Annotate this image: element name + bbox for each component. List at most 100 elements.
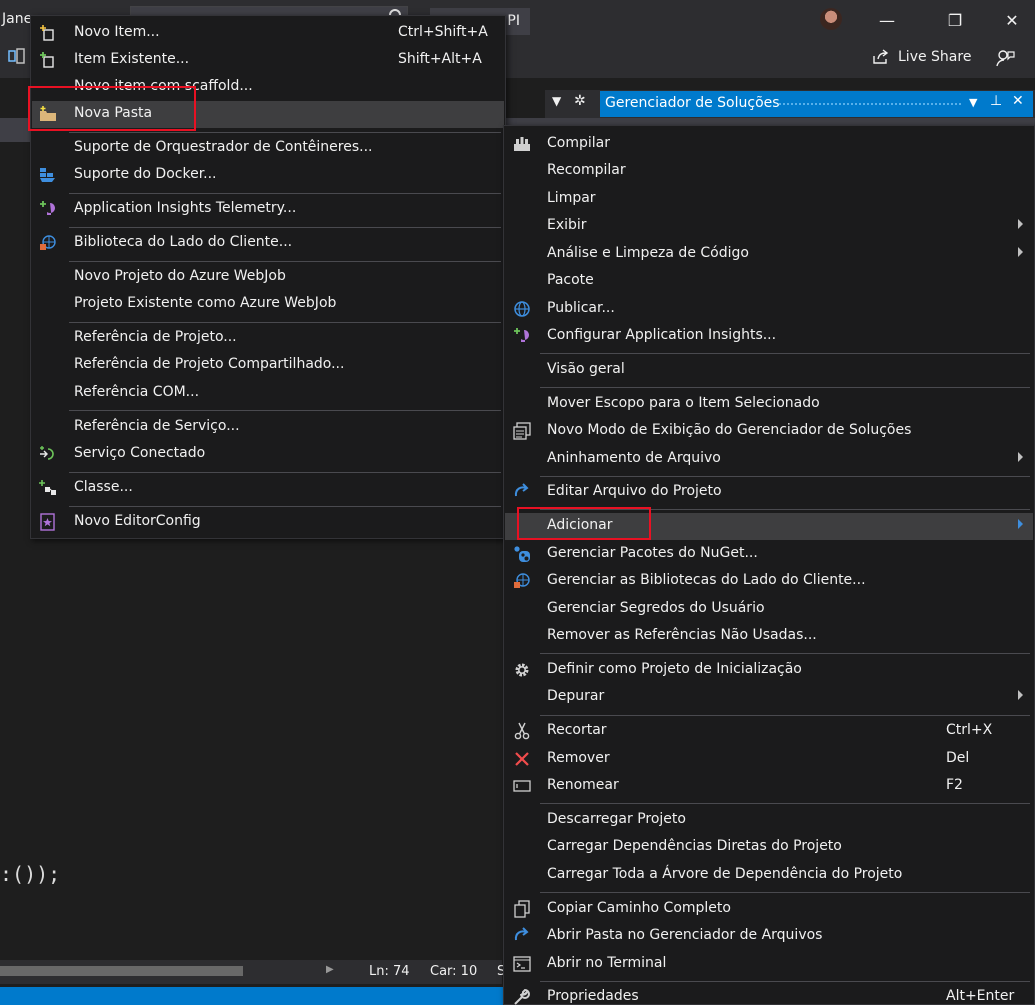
minimize-icon[interactable]: — [872,8,902,34]
menu-item-docker-support[interactable]: Suporte do Docker... [32,162,504,189]
menu-item-client-library[interactable]: Biblioteca do Lado do Cliente... [32,230,504,257]
close-icon[interactable]: ✕ [997,8,1027,34]
menu-item-debug[interactable]: Depurar [505,684,1033,711]
scroll-right-icon[interactable]: ▶ [326,964,334,975]
menu-item-unload-project[interactable]: Descarregar Projeto [505,807,1033,834]
status-bar [0,987,505,1005]
avatar[interactable] [820,8,842,30]
menu-item-file-nesting[interactable]: Aninhamento de Arquivo [505,446,1033,473]
menu-item-package[interactable]: Pacote [505,268,1033,295]
new-view-icon [513,422,531,440]
window-position-icon[interactable]: ▼ [969,96,977,109]
menu-item-copy-full-path[interactable]: Copiar Caminho Completo [505,896,1033,923]
pin-icon[interactable]: ⊥ [990,93,1002,109]
submenu-arrow-icon [1018,247,1023,257]
menu-item-new-folder[interactable]: Nova Pasta [32,101,504,128]
build-icon [513,135,531,153]
menu-separator [540,476,1030,477]
maximize-icon[interactable]: ❐ [940,8,970,34]
menu-item-new-azure-webjob[interactable]: Novo Projeto do Azure WebJob [32,264,504,291]
feedback-icon[interactable] [995,48,1015,68]
solution-name-partial: PI [507,13,520,29]
menu-item-view[interactable]: Exibir [505,213,1033,240]
menu-item-publish[interactable]: Publicar... [505,296,1033,323]
menu-item-rebuild[interactable]: Recompilar [505,158,1033,185]
menu-item-remove[interactable]: Remover Del [505,746,1033,773]
dropdown-icon[interactable]: ▼ [552,94,561,108]
menu-item-manage-nuget[interactable]: Gerenciar Pacotes do NuGet... [505,541,1033,568]
menu-item-properties[interactable]: Propriedades Alt+Enter [505,984,1033,1005]
menu-item-class[interactable]: Classe... [32,475,504,502]
menu-item-existing-item[interactable]: Item Existente... Shift+Alt+A [32,47,504,74]
live-share-button[interactable]: Live Share [872,49,971,65]
menu-item-add[interactable]: Adicionar [505,513,1033,540]
menu-item-service-reference[interactable]: Referência de Serviço... [32,414,504,441]
close-panel-icon[interactable]: ✕ [1012,93,1024,109]
open-folder-arrow-icon [513,927,531,945]
menu-janela-partial[interactable]: Jane [2,11,32,27]
menu-item-shared-project-reference[interactable]: Referência de Projeto Compartilhado... [32,352,504,379]
menu-item-clean[interactable]: Limpar [505,186,1033,213]
menu-item-build[interactable]: Compilar [505,131,1033,158]
menu-separator [540,653,1030,654]
menu-separator [69,506,501,507]
status-char: Car: 10 [430,964,478,979]
menu-item-overview[interactable]: Visão geral [505,357,1033,384]
menu-separator [69,261,501,262]
menu-separator [69,227,501,228]
menu-separator [540,387,1030,388]
drag-handle[interactable] [778,102,963,106]
menu-separator [69,193,501,194]
status-line: Ln: 74 [369,964,410,979]
menu-item-existing-azure-webjob[interactable]: Projeto Existente como Azure WebJob [32,291,504,318]
add-submenu: Novo Item... Ctrl+Shift+A Item Existente… [30,15,506,539]
menu-separator [69,132,501,133]
menu-item-orchestrator-support[interactable]: Suporte de Orquestrador de Contêineres..… [32,135,504,162]
menu-item-load-entire-dependency-tree[interactable]: Carregar Toda a Árvore de Dependência do… [505,862,1033,889]
menu-item-open-in-terminal[interactable]: Abrir no Terminal [505,951,1033,978]
menu-item-manage-client-libraries[interactable]: Gerenciar as Bibliotecas do Lado do Clie… [505,568,1033,595]
menu-item-cut[interactable]: Recortar Ctrl+X [505,718,1033,745]
menu-item-app-insights-telemetry[interactable]: Application Insights Telemetry... [32,196,504,223]
menu-item-scaffold-item[interactable]: Novo item com scaffold... [32,74,504,101]
menu-item-open-folder-in-explorer[interactable]: Abrir Pasta no Gerenciador de Arquivos [505,923,1033,950]
menu-item-project-reference[interactable]: Referência de Projeto... [32,325,504,352]
submenu-arrow-icon [1018,452,1023,462]
menu-item-edit-project-file[interactable]: Editar Arquivo do Projeto [505,479,1033,506]
menu-item-new-editorconfig[interactable]: Novo EditorConfig [32,509,504,536]
rename-icon [513,777,531,795]
menu-item-scope-to-this[interactable]: Mover Escopo para o Item Selecionado [505,391,1033,418]
menu-item-set-startup-project[interactable]: Definir como Projeto de Inicialização [505,657,1033,684]
menu-item-rename[interactable]: Renomear F2 [505,773,1033,800]
menu-separator [69,322,501,323]
client-library-icon [39,234,57,252]
menu-item-connected-service[interactable]: Serviço Conectado [32,441,504,468]
gear-icon[interactable]: ✲ [574,93,586,109]
gear-icon [513,661,531,679]
new-folder-icon [39,105,57,123]
remove-x-icon [513,750,531,768]
menu-item-com-reference[interactable]: Referência COM... [32,380,504,407]
menu-separator [69,410,501,411]
client-library-icon [513,572,531,590]
menu-item-manage-user-secrets[interactable]: Gerenciar Segredos do Usuário [505,596,1033,623]
menu-item-new-item[interactable]: Novo Item... Ctrl+Shift+A [32,20,504,47]
menu-item-remove-unused-references[interactable]: Remover as Referências Não Usadas... [505,623,1033,650]
live-share-label: Live Share [898,49,972,65]
menu-separator [540,353,1030,354]
solution-explorer-header: Gerenciador de Soluções ▼ ⊥ ✕ [600,91,1033,117]
menu-item-new-solution-view[interactable]: Novo Modo de Exibição do Gerenciador de … [505,418,1033,445]
solution-explorer-title: Gerenciador de Soluções [605,95,780,111]
menu-separator [540,981,1030,982]
menu-separator [540,892,1030,893]
horizontal-scrollbar[interactable] [0,966,243,976]
editorconfig-icon [39,513,57,531]
app-insights-icon [39,200,57,218]
menu-item-load-direct-dependencies[interactable]: Carregar Dependências Diretas do Projeto [505,834,1033,861]
menu-item-code-analysis[interactable]: Análise e Limpeza de Código [505,241,1033,268]
menu-item-configure-app-insights[interactable]: Configurar Application Insights... [505,323,1033,350]
copy-path-icon [513,900,531,918]
toolbar-icon[interactable] [8,48,26,66]
code-text: :()); [0,862,61,886]
app-insights-icon [513,327,531,345]
